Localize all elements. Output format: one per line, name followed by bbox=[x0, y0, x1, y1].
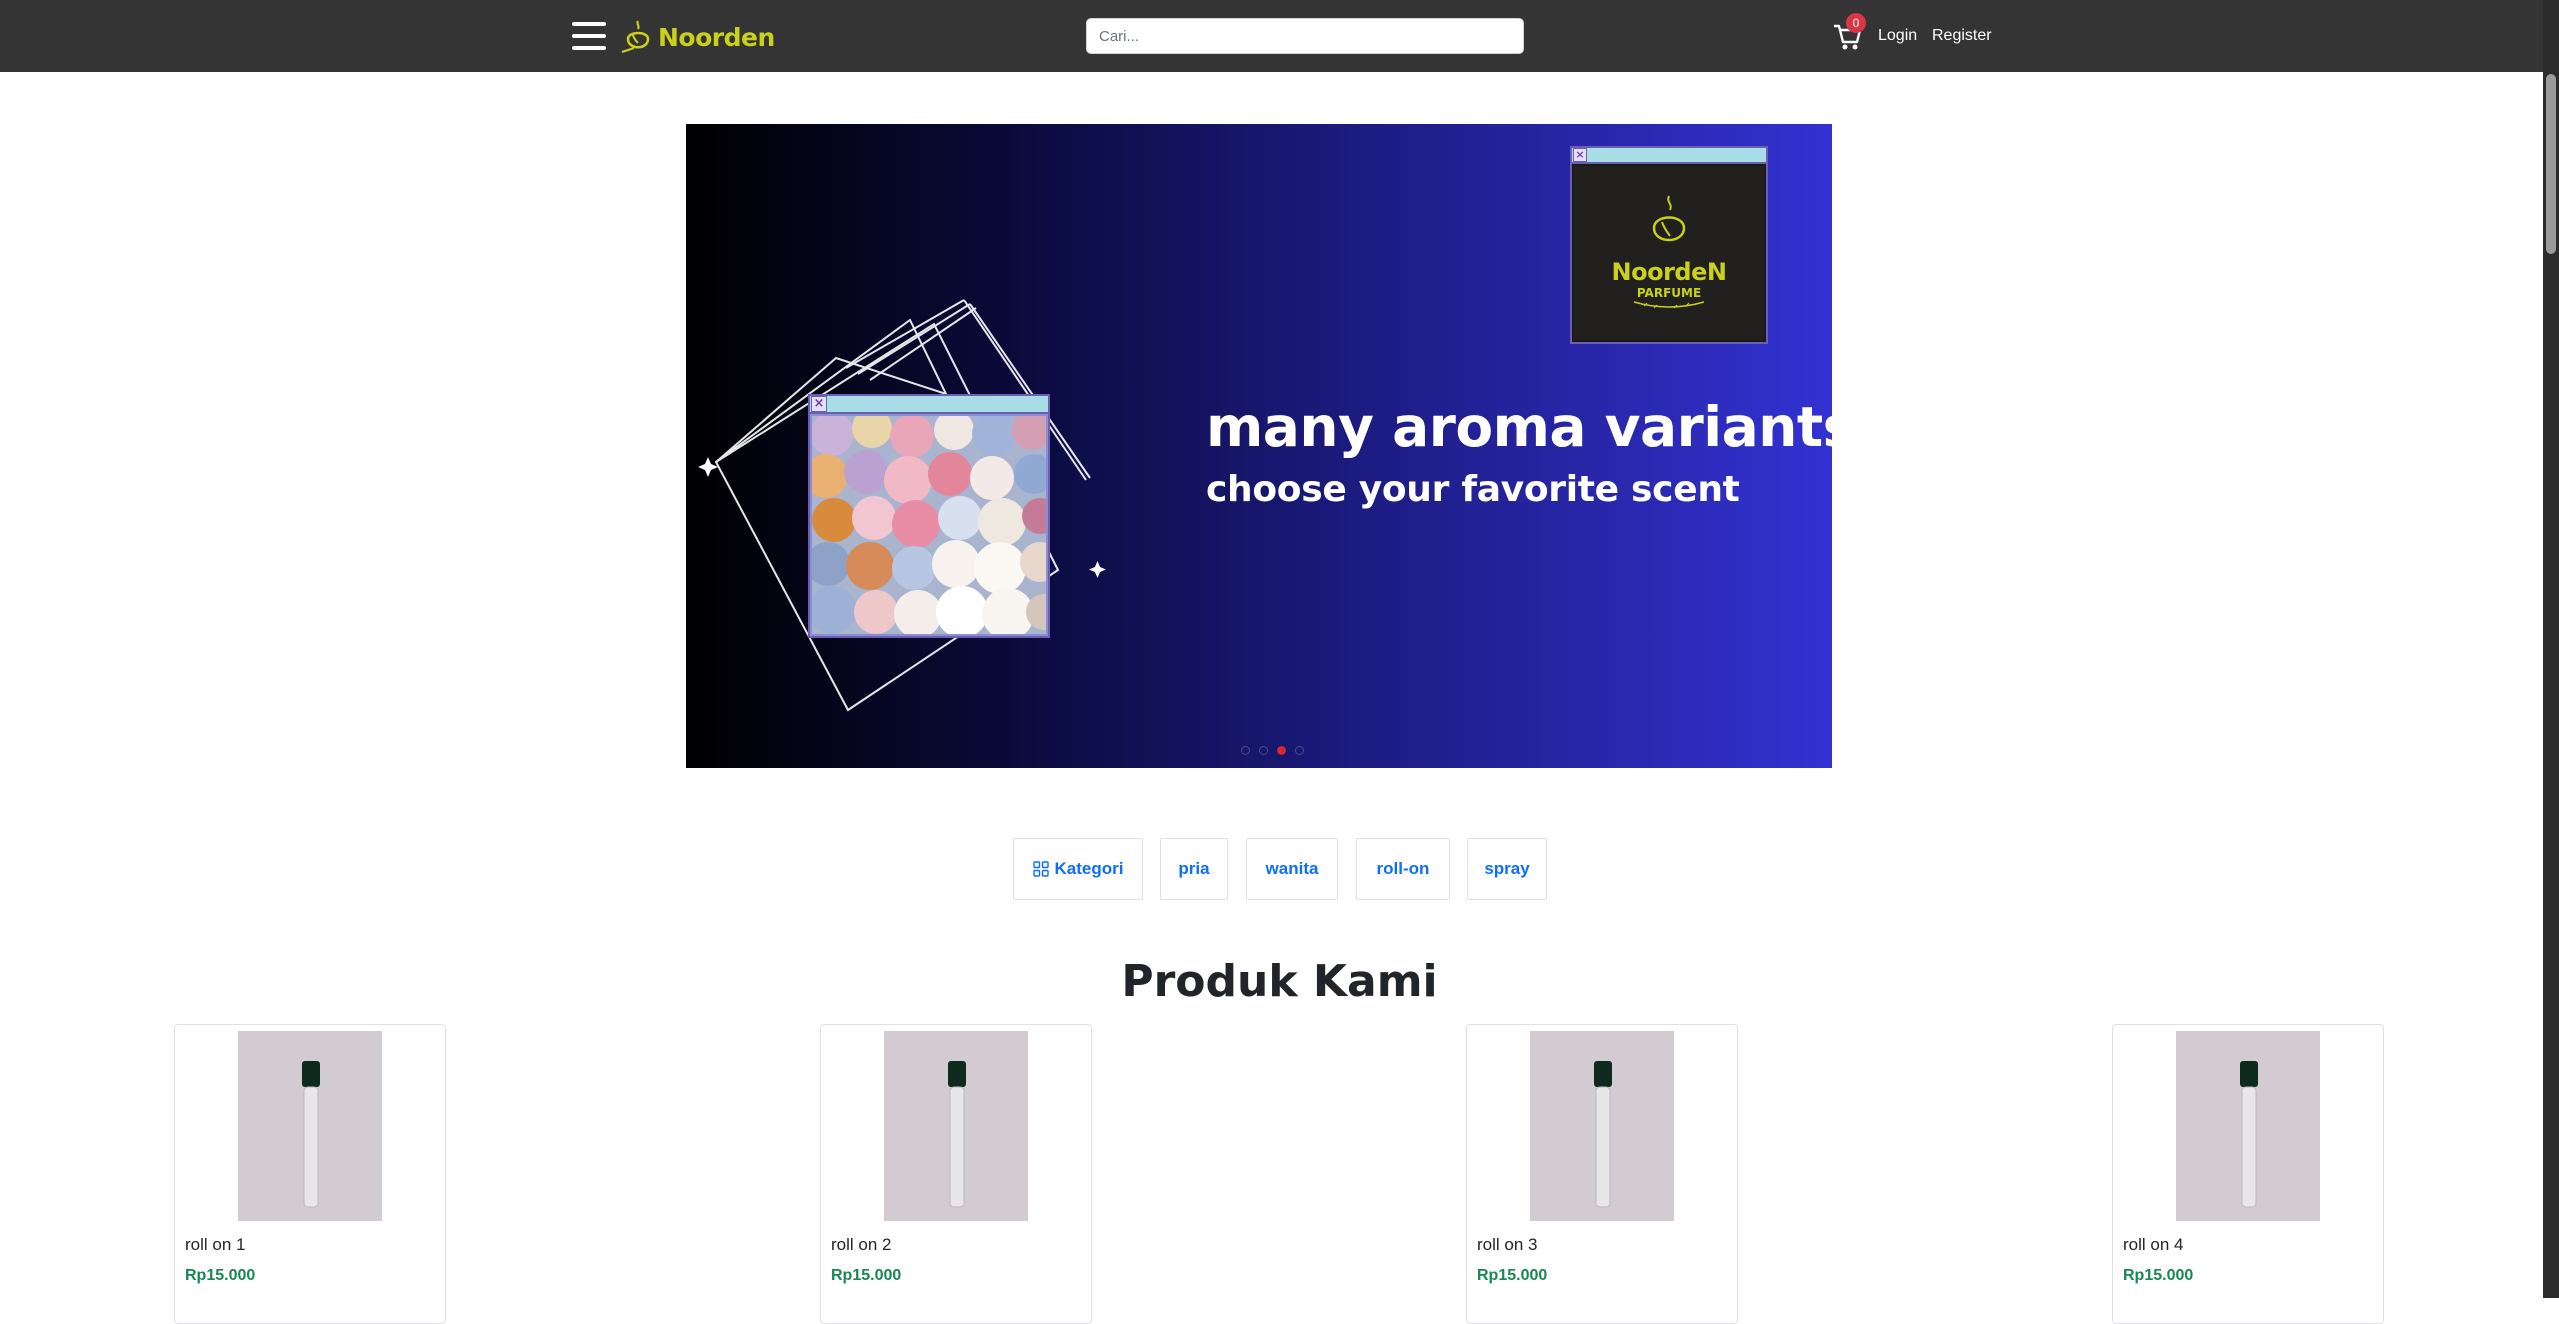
grid-icon bbox=[1032, 861, 1049, 877]
carousel-subheading: choose your favorite scent bbox=[1206, 469, 1740, 510]
noorden-parfume-logo: NoordeN PARFUME bbox=[1574, 166, 1764, 340]
product-card[interactable]: roll on 2 Rp15.000 bbox=[820, 1024, 1092, 1324]
category-menu-button[interactable]: Kategori bbox=[1013, 838, 1143, 900]
product-card[interactable]: roll on 1 Rp15.000 bbox=[174, 1024, 446, 1324]
close-icon[interactable]: × bbox=[1573, 148, 1587, 162]
perfume-bottle-icon bbox=[1633, 195, 1705, 309]
category-label: wanita bbox=[1265, 859, 1319, 878]
carousel-indicator-2[interactable] bbox=[1259, 746, 1268, 755]
category-label: roll-on bbox=[1376, 859, 1430, 878]
hero-carousel[interactable]: × × NoordeN PARFUME many aroma variants … bbox=[686, 124, 1832, 768]
logo-tagline-text: PARFUME bbox=[1636, 286, 1702, 300]
category-label: pria bbox=[1178, 859, 1210, 878]
popup-title-bar: × bbox=[810, 396, 1048, 414]
product-image bbox=[238, 1031, 382, 1221]
category-button-roll-on[interactable]: roll-on bbox=[1356, 838, 1450, 900]
product-image bbox=[1530, 1031, 1674, 1221]
product-name: roll on 4 bbox=[2123, 1235, 2184, 1254]
perfume-bottle-icon bbox=[621, 20, 650, 54]
carousel-indicator-1[interactable] bbox=[1241, 746, 1250, 755]
category-menu-label: Kategori bbox=[1054, 859, 1124, 878]
brand-name: Noorden bbox=[658, 22, 775, 52]
register-link[interactable]: Register bbox=[1932, 26, 1992, 46]
category-button-pria[interactable]: pria bbox=[1160, 838, 1228, 900]
category-button-wanita[interactable]: wanita bbox=[1246, 838, 1338, 900]
flowers-image bbox=[812, 416, 1046, 634]
top-navbar: Noorden 0 Login Register bbox=[0, 0, 2559, 72]
product-price: Rp15.000 bbox=[2123, 1267, 2194, 1284]
hamburger-icon[interactable] bbox=[572, 20, 606, 52]
search-input[interactable] bbox=[1086, 18, 1524, 54]
flowers-popup-window: × bbox=[808, 394, 1050, 638]
product-name: roll on 2 bbox=[831, 1235, 892, 1254]
logo-popup-window: × NoordeN PARFUME bbox=[1570, 146, 1768, 344]
carousel-indicator-4[interactable] bbox=[1295, 746, 1304, 755]
logo-brand-text: NoordeN bbox=[1611, 258, 1727, 286]
product-name: roll on 3 bbox=[1477, 1235, 1538, 1254]
brand-logo-link[interactable]: Noorden bbox=[620, 16, 775, 58]
product-image bbox=[2176, 1031, 2320, 1221]
carousel-heading: many aroma variants bbox=[1206, 395, 1832, 459]
product-price: Rp15.000 bbox=[185, 1267, 256, 1284]
product-card[interactable]: roll on 3 Rp15.000 bbox=[1466, 1024, 1738, 1324]
popup-title-bar: × bbox=[1572, 148, 1766, 164]
cart-count-badge: 0 bbox=[1846, 13, 1866, 33]
product-card[interactable]: roll on 4 Rp15.000 bbox=[2112, 1024, 2384, 1324]
product-price: Rp15.000 bbox=[1477, 1267, 1548, 1284]
page-scrollbar[interactable] bbox=[2543, 0, 2559, 1298]
close-icon[interactable]: × bbox=[811, 396, 827, 412]
product-name: roll on 1 bbox=[185, 1235, 246, 1254]
carousel-indicator-3[interactable] bbox=[1277, 746, 1286, 755]
login-link[interactable]: Login bbox=[1878, 26, 1917, 46]
product-image bbox=[884, 1031, 1028, 1221]
product-price: Rp15.000 bbox=[831, 1267, 902, 1284]
category-label: spray bbox=[1484, 859, 1530, 878]
products-section-title: Produk Kami bbox=[1121, 956, 1438, 1007]
category-button-spray[interactable]: spray bbox=[1467, 838, 1547, 900]
scrollbar-thumb[interactable] bbox=[2546, 74, 2556, 254]
carousel-indicators bbox=[1241, 746, 1304, 755]
